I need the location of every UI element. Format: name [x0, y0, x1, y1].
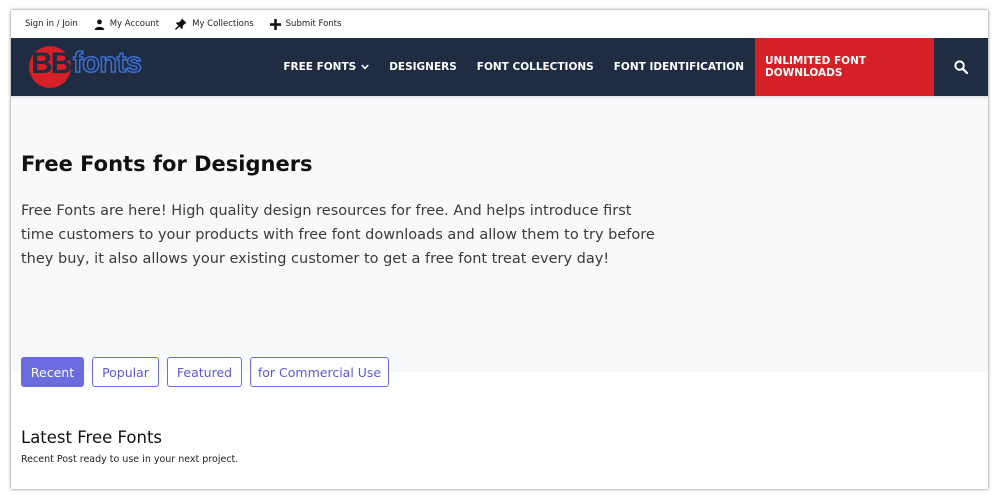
user-icon [94, 19, 104, 30]
unlimited-downloads-button[interactable]: UNLIMITED FONT DOWNLOADS [755, 38, 934, 96]
nav-item-font-collections[interactable]: FONT COLLECTIONS [467, 38, 604, 96]
sign-in-label: Sign in / Join [25, 19, 78, 29]
chevron-down-icon [361, 63, 369, 72]
nav-item-font-collections-label: FONT COLLECTIONS [476, 61, 594, 73]
tab-popular-label: Popular [102, 364, 149, 380]
plus-icon [269, 18, 281, 30]
hero-description: Free Fonts are here! High quality design… [21, 203, 655, 267]
submit-fonts-link[interactable]: Submit Fonts [269, 18, 342, 30]
tab-recent-label: Recent [30, 364, 75, 380]
logo-prefix: BB [31, 47, 72, 80]
my-account-label: My Account [109, 19, 160, 29]
nav-item-free-fonts[interactable]: FREE FONTS [273, 38, 379, 96]
page-frame: Sign in / Join My Account My Collections… [11, 10, 988, 489]
latest-fonts-subtitle: Recent Post ready to use in your next pr… [21, 454, 239, 465]
tab-recent[interactable]: Recent [21, 357, 84, 387]
site-logo[interactable]: BB fonts [29, 45, 169, 89]
search-button[interactable] [934, 38, 988, 96]
hero-section: Free Fonts for Designers Free Fonts are … [11, 96, 988, 372]
nav-item-font-identification[interactable]: FONT IDENTIFICATION [604, 38, 754, 96]
sign-in-link[interactable]: Sign in / Join [25, 19, 78, 29]
my-collections-label: My Collections [192, 19, 254, 29]
latest-fonts-heading: Latest Free Fonts [21, 428, 163, 447]
my-collections-link[interactable]: My Collections [175, 18, 254, 30]
nav-item-free-fonts-label: FREE FONTS [283, 61, 357, 73]
nav-item-designers-label: DESIGNERS [389, 61, 457, 73]
submit-fonts-label: Submit Fonts [285, 19, 342, 29]
unlimited-downloads-label: UNLIMITED FONT DOWNLOADS [765, 55, 867, 79]
nav-menu: FREE FONTS DESIGNERS FONT COLLECTIONS FO… [273, 38, 988, 96]
tab-featured[interactable]: Featured [167, 357, 242, 387]
nav-item-designers[interactable]: DESIGNERS [379, 38, 467, 96]
tab-commercial-use[interactable]: for Commercial Use [250, 357, 389, 387]
my-account-link[interactable]: My Account [94, 19, 159, 30]
tab-popular[interactable]: Popular [92, 357, 159, 387]
nav-item-font-identification-label: FONT IDENTIFICATION [613, 61, 744, 73]
search-icon [954, 60, 968, 74]
tab-commercial-use-label: for Commercial Use [257, 364, 382, 380]
main-navigation: BB fonts FREE FONTS DESIGNERS FONT COLLE… [11, 38, 988, 96]
top-utility-bar: Sign in / Join My Account My Collections… [11, 10, 988, 38]
pin-icon [175, 18, 187, 30]
logo-suffix: fonts [72, 46, 142, 80]
tab-featured-label: Featured [176, 364, 233, 380]
page-title: Free Fonts for Designers [21, 152, 313, 176]
font-filter-tabs: Recent Popular Featured for Commercial U… [21, 357, 397, 387]
